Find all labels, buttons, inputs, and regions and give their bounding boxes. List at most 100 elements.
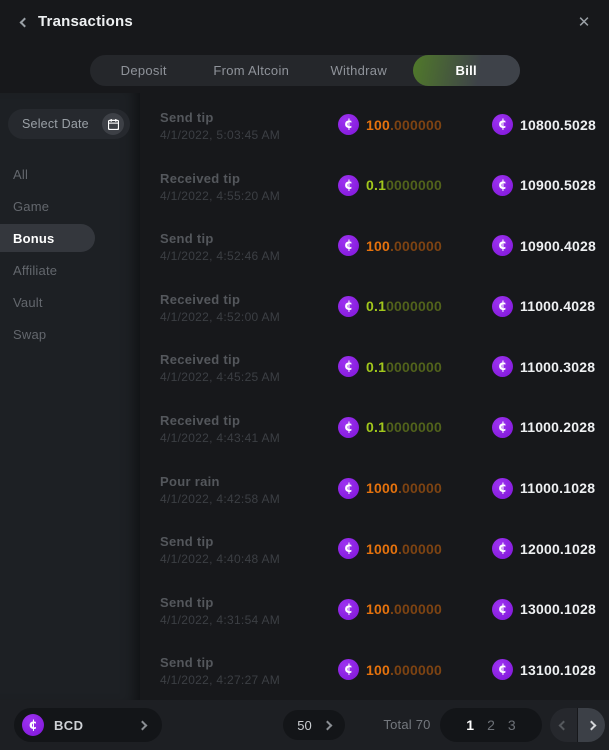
page-number-1[interactable]: 1	[466, 717, 474, 733]
transaction-row: Send tip 4/1/2022, 4:52:46 AM ¢ 100.0000…	[140, 221, 609, 282]
balance-value: 13100.1028	[520, 662, 596, 678]
balance-value: 11000.4028	[520, 298, 595, 314]
transaction-amount: ¢ 100.000000	[338, 114, 442, 135]
sidebar-item-affiliate[interactable]: Affiliate	[0, 254, 140, 286]
chevron-right-icon	[322, 720, 332, 730]
transaction-type: Received tip	[160, 352, 240, 367]
transaction-balance: ¢ 13100.1028	[492, 659, 596, 680]
currency-select[interactable]: ¢ BCD	[14, 708, 162, 742]
transaction-date: 4/1/2022, 4:43:41 AM	[160, 431, 280, 445]
sidebar-item-game[interactable]: Game	[0, 190, 140, 222]
page-number-3[interactable]: 3	[508, 717, 516, 733]
transaction-balance: ¢ 10800.5028	[492, 114, 596, 135]
transaction-type: Send tip	[160, 655, 214, 670]
transaction-date: 4/1/2022, 4:55:20 AM	[160, 189, 280, 203]
bcd-coin-icon: ¢	[338, 356, 359, 377]
transaction-type: Received tip	[160, 171, 240, 186]
tab-bill[interactable]: Bill	[413, 55, 521, 86]
transaction-date: 4/1/2022, 4:52:00 AM	[160, 310, 280, 324]
bcd-coin-icon: ¢	[338, 599, 359, 620]
transaction-amount: ¢ 1000.00000	[338, 538, 442, 559]
bcd-coin-icon: ¢	[338, 175, 359, 196]
transaction-balance: ¢ 11000.2028	[492, 417, 595, 438]
balance-value: 11000.1028	[520, 480, 595, 496]
bcd-coin-icon: ¢	[338, 659, 359, 680]
bcd-coin-icon: ¢	[492, 356, 513, 377]
bcd-coin-icon: ¢	[338, 235, 359, 256]
tab-withdraw[interactable]: Withdraw	[305, 55, 413, 86]
transaction-type: Received tip	[160, 292, 240, 307]
balance-value: 10900.5028	[520, 177, 596, 193]
bcd-coin-icon: ¢	[338, 296, 359, 317]
transaction-amount: ¢ 0.10000000	[338, 175, 442, 196]
transaction-amount: ¢ 0.10000000	[338, 356, 442, 377]
transaction-type: Send tip	[160, 534, 214, 549]
close-icon: ✕	[578, 13, 591, 31]
prev-page-button[interactable]	[550, 708, 577, 742]
sidebar-item-all[interactable]: All	[0, 158, 140, 190]
transaction-row: Received tip 4/1/2022, 4:55:20 AM ¢ 0.10…	[140, 161, 609, 222]
bcd-coin-icon: ¢	[492, 114, 513, 135]
transaction-amount: ¢ 100.000000	[338, 235, 442, 256]
bcd-coin-icon: ¢	[338, 114, 359, 135]
bcd-coin-icon: ¢	[492, 538, 513, 559]
transaction-type: Received tip	[160, 413, 240, 428]
transaction-date: 4/1/2022, 4:42:58 AM	[160, 492, 280, 506]
sidebar-item-swap[interactable]: Swap	[0, 318, 140, 350]
tab-deposit[interactable]: Deposit	[90, 55, 198, 86]
chevron-left-icon	[559, 720, 569, 730]
sidebar-item-bonus[interactable]: Bonus	[0, 224, 95, 252]
page-number-2[interactable]: 2	[487, 717, 495, 733]
page-size-value: 50	[297, 718, 311, 733]
transaction-row: Send tip 4/1/2022, 5:03:45 AM ¢ 100.0000…	[140, 100, 609, 161]
filter-sidebar: Select Date AllGameBonusAffiliateVaultSw…	[0, 93, 140, 700]
balance-value: 13000.1028	[520, 601, 596, 617]
transaction-date: 4/1/2022, 4:27:27 AM	[160, 673, 280, 687]
footer-bar: ¢ BCD 50 Total 70 123	[0, 700, 609, 750]
bcd-coin-icon: ¢	[492, 235, 513, 256]
transaction-balance: ¢ 12000.1028	[492, 538, 596, 559]
pagination: 123	[440, 708, 542, 742]
back-button[interactable]	[12, 10, 36, 34]
chevron-left-icon	[19, 17, 29, 27]
tab-bar: DepositFrom AltcoinWithdrawBill	[90, 55, 520, 86]
transaction-date: 4/1/2022, 4:52:46 AM	[160, 249, 280, 263]
transactions-dialog: Transactions ✕ DepositFrom AltcoinWithdr…	[0, 0, 609, 750]
transaction-row: Received tip 4/1/2022, 4:52:00 AM ¢ 0.10…	[140, 282, 609, 343]
select-date-button[interactable]: Select Date	[8, 109, 130, 139]
transaction-type: Send tip	[160, 231, 214, 246]
page-title: Transactions	[38, 13, 133, 30]
transaction-balance: ¢ 11000.4028	[492, 296, 595, 317]
transaction-amount: ¢ 0.10000000	[338, 296, 442, 317]
bcd-coin-icon: ¢	[492, 599, 513, 620]
transaction-amount: ¢ 1000.00000	[338, 478, 442, 499]
bcd-coin-icon: ¢	[22, 714, 44, 736]
bcd-coin-icon: ¢	[492, 659, 513, 680]
sidebar-item-vault[interactable]: Vault	[0, 286, 140, 318]
transaction-type: Pour rain	[160, 474, 220, 489]
transaction-date: 4/1/2022, 4:40:48 AM	[160, 552, 280, 566]
next-page-button[interactable]	[577, 708, 605, 742]
transaction-balance: ¢ 10900.5028	[492, 175, 596, 196]
tab-from-altcoin[interactable]: From Altcoin	[198, 55, 306, 86]
close-button[interactable]: ✕	[573, 11, 595, 33]
chevron-right-icon	[138, 720, 148, 730]
transaction-date: 4/1/2022, 4:31:54 AM	[160, 613, 280, 627]
transactions-list: Send tip 4/1/2022, 5:03:45 AM ¢ 100.0000…	[140, 93, 609, 700]
chevron-right-icon	[587, 720, 597, 730]
transaction-type: Send tip	[160, 110, 214, 125]
transaction-balance: ¢ 11000.1028	[492, 478, 595, 499]
transaction-amount: ¢ 0.10000000	[338, 417, 442, 438]
transaction-amount: ¢ 100.000000	[338, 659, 442, 680]
filter-menu: AllGameBonusAffiliateVaultSwap	[0, 158, 140, 350]
transaction-row: Received tip 4/1/2022, 4:45:25 AM ¢ 0.10…	[140, 342, 609, 403]
pagination-nav	[550, 708, 605, 742]
balance-value: 10800.5028	[520, 117, 596, 133]
total-count-label: Total 70	[372, 700, 442, 750]
bcd-coin-icon: ¢	[492, 417, 513, 438]
transaction-date: 4/1/2022, 4:45:25 AM	[160, 370, 280, 384]
page-size-select[interactable]: 50	[283, 710, 345, 740]
bcd-coin-icon: ¢	[338, 417, 359, 438]
transaction-row: Send tip 4/1/2022, 4:31:54 AM ¢ 100.0000…	[140, 585, 609, 646]
transaction-row: Received tip 4/1/2022, 4:43:41 AM ¢ 0.10…	[140, 403, 609, 464]
